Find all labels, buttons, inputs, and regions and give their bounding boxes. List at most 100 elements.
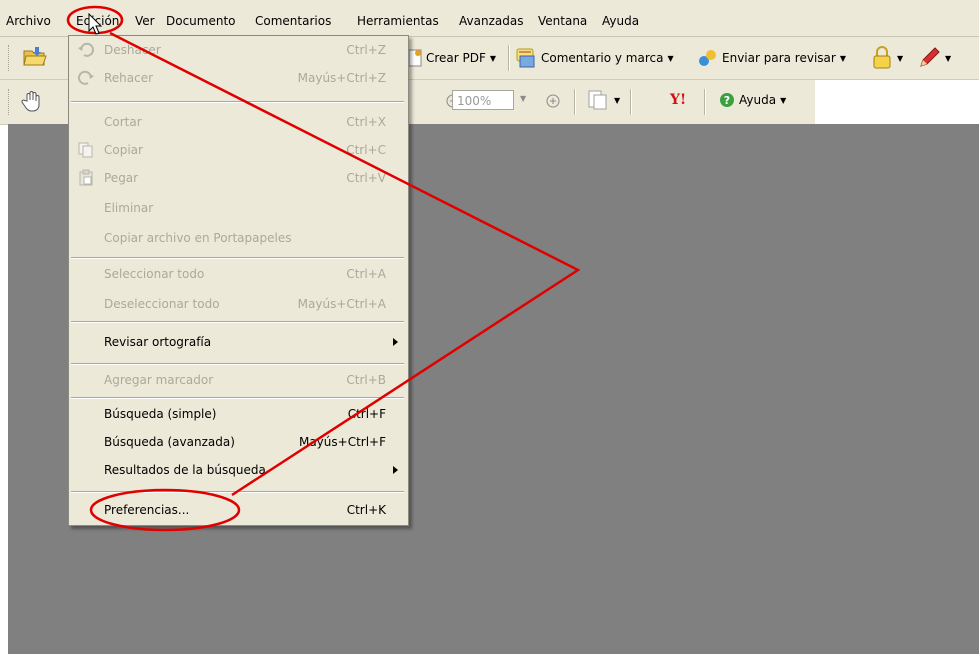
menu-item-rehacer[interactable]: Rehacer Mayús+Ctrl+Z bbox=[69, 64, 408, 92]
ayuda-label: Ayuda bbox=[739, 93, 777, 107]
zoom-input[interactable]: 100% bbox=[452, 90, 514, 110]
security-button[interactable]: ▼ bbox=[871, 46, 903, 70]
menu-item-label: Resultados de la búsqueda bbox=[104, 463, 266, 477]
menu-item-shortcut: Ctrl+A bbox=[346, 267, 386, 281]
menu-item-copiar[interactable]: Copiar Ctrl+C bbox=[69, 136, 408, 164]
mouse-cursor-icon bbox=[88, 13, 103, 35]
redo-icon bbox=[78, 70, 94, 85]
menu-archivo[interactable]: Archivo bbox=[6, 14, 51, 28]
menu-item-label: Búsqueda (simple) bbox=[104, 407, 217, 421]
menu-item-label: Pegar bbox=[104, 171, 139, 185]
menu-item-pegar[interactable]: Pegar Ctrl+V bbox=[69, 164, 408, 192]
hand-icon bbox=[21, 91, 40, 112]
menu-item-label: Rehacer bbox=[104, 71, 154, 85]
chevron-down-icon[interactable]: ▼ bbox=[520, 94, 526, 103]
menu-item-shortcut: Ctrl+K bbox=[346, 503, 386, 517]
menu-item-shortcut: Ctrl+X bbox=[346, 115, 386, 129]
crear-pdf-label: Crear PDF bbox=[426, 51, 486, 65]
menu-bar: Archivo Edición Ver Documento Comentario… bbox=[0, 0, 979, 37]
menu-item-seleccionar-todo[interactable]: Seleccionar todo Ctrl+A bbox=[69, 260, 408, 288]
help-icon: ? bbox=[720, 93, 734, 107]
chevron-down-icon: ▼ bbox=[897, 53, 904, 63]
send-review-icon bbox=[699, 50, 716, 66]
edit-menu-dropdown: Deshacer Ctrl+Z Rehacer Mayús+Ctrl+Z Cor… bbox=[68, 35, 409, 526]
comment-markup-icon bbox=[516, 48, 535, 68]
toolbar-separator bbox=[704, 89, 706, 115]
folder-open-icon bbox=[23, 47, 47, 66]
comentario-marca-button[interactable]: Comentario y marca ▼ bbox=[515, 47, 674, 69]
menu-ver[interactable]: Ver bbox=[135, 14, 155, 28]
menu-comentarios[interactable]: Comentarios bbox=[255, 14, 331, 28]
undo-icon bbox=[78, 42, 94, 57]
menu-item-busqueda-avanzada[interactable]: Búsqueda (avanzada) Mayús+Ctrl+F bbox=[69, 428, 408, 456]
menu-item-label: Eliminar bbox=[104, 201, 154, 215]
menu-item-label: Copiar archivo en Portapapeles bbox=[104, 231, 292, 245]
enviar-revisar-label: Enviar para revisar bbox=[722, 51, 836, 65]
chevron-down-icon: ▼ bbox=[945, 53, 952, 63]
toolbar-grip[interactable] bbox=[8, 45, 12, 71]
menu-item-shortcut: Mayús+Ctrl+Z bbox=[297, 71, 386, 85]
chevron-down-icon: ▼ bbox=[667, 53, 674, 63]
menu-item-label: Agregar marcador bbox=[104, 373, 214, 387]
menu-separator bbox=[71, 321, 404, 323]
menu-item-label: Seleccionar todo bbox=[104, 267, 205, 281]
hand-tool-button[interactable] bbox=[20, 89, 44, 113]
toolbar-separator bbox=[630, 89, 632, 115]
submenu-arrow-icon bbox=[393, 338, 398, 346]
menu-separator bbox=[71, 397, 404, 399]
crear-pdf-button[interactable]: Crear PDF ▼ bbox=[408, 49, 496, 67]
comentario-marca-label: Comentario y marca bbox=[541, 51, 664, 65]
copy-icon bbox=[78, 142, 93, 158]
menu-item-shortcut: Ctrl+F bbox=[347, 407, 386, 421]
menu-item-copiar-archivo[interactable]: Copiar archivo en Portapapeles bbox=[69, 224, 408, 252]
open-button[interactable] bbox=[22, 45, 48, 69]
menu-item-label: Deseleccionar todo bbox=[104, 297, 220, 311]
svg-text:?: ? bbox=[724, 94, 730, 107]
menu-item-shortcut: Ctrl+C bbox=[346, 143, 386, 157]
pen-icon bbox=[920, 47, 940, 67]
menu-separator bbox=[71, 101, 404, 103]
chevron-down-icon: ▼ bbox=[839, 53, 846, 63]
enviar-revisar-button[interactable]: Enviar para revisar ▼ bbox=[696, 47, 846, 69]
yahoo-icon: Y! bbox=[670, 92, 687, 108]
chevron-down-icon: ▼ bbox=[614, 95, 621, 105]
page-layout-button[interactable]: ▼ bbox=[586, 89, 620, 111]
ayuda-button[interactable]: ? Ayuda ▼ bbox=[719, 92, 786, 108]
menu-item-label: Revisar ortografía bbox=[104, 335, 212, 349]
paste-icon bbox=[79, 169, 93, 186]
menu-ventana[interactable]: Ventana bbox=[538, 14, 587, 28]
menu-herramientas[interactable]: Herramientas bbox=[357, 14, 439, 28]
menu-separator bbox=[71, 491, 404, 493]
menu-item-revisar-ortografia[interactable]: Revisar ortografía bbox=[69, 328, 408, 356]
menu-item-shortcut: Ctrl+B bbox=[346, 373, 386, 387]
menu-separator bbox=[71, 257, 404, 259]
menu-separator bbox=[71, 363, 404, 365]
menu-item-shortcut: Ctrl+Z bbox=[346, 43, 386, 57]
menu-ayuda[interactable]: Ayuda bbox=[602, 14, 639, 28]
sign-button[interactable]: ▼ bbox=[917, 46, 951, 70]
menu-item-label: Deshacer bbox=[104, 43, 161, 57]
menu-documento[interactable]: Documento bbox=[166, 14, 236, 28]
menu-item-deshacer[interactable]: Deshacer Ctrl+Z bbox=[69, 36, 408, 64]
menu-avanzadas[interactable]: Avanzadas bbox=[459, 14, 523, 28]
page-layout-icon bbox=[588, 90, 607, 110]
menu-item-label: Cortar bbox=[104, 115, 142, 129]
toolbar-grip[interactable] bbox=[8, 89, 12, 115]
yahoo-button[interactable]: Y! bbox=[670, 92, 686, 108]
chevron-down-icon: ▼ bbox=[780, 95, 787, 105]
menu-item-agregar-marcador[interactable]: Agregar marcador Ctrl+B bbox=[69, 366, 408, 394]
menu-item-shortcut: Ctrl+V bbox=[346, 171, 386, 185]
menu-item-resultados-busqueda[interactable]: Resultados de la búsqueda bbox=[69, 456, 408, 484]
menu-item-shortcut: Mayús+Ctrl+F bbox=[298, 435, 386, 449]
menu-item-deseleccionar-todo[interactable]: Deseleccionar todo Mayús+Ctrl+A bbox=[69, 290, 408, 318]
zoom-in-button[interactable] bbox=[546, 94, 560, 108]
menu-item-preferencias[interactable]: Preferencias... Ctrl+K bbox=[69, 496, 408, 524]
menu-item-cortar[interactable]: Cortar Ctrl+X bbox=[69, 108, 408, 136]
create-pdf-icon bbox=[408, 49, 422, 67]
menu-item-busqueda-simple[interactable]: Búsqueda (simple) Ctrl+F bbox=[69, 400, 408, 428]
submenu-arrow-icon bbox=[393, 466, 398, 474]
zoom-in-icon bbox=[546, 94, 560, 108]
menu-item-eliminar[interactable]: Eliminar bbox=[69, 194, 408, 222]
menu-item-shortcut: Mayús+Ctrl+A bbox=[297, 297, 386, 311]
menu-item-label: Búsqueda (avanzada) bbox=[104, 435, 235, 449]
